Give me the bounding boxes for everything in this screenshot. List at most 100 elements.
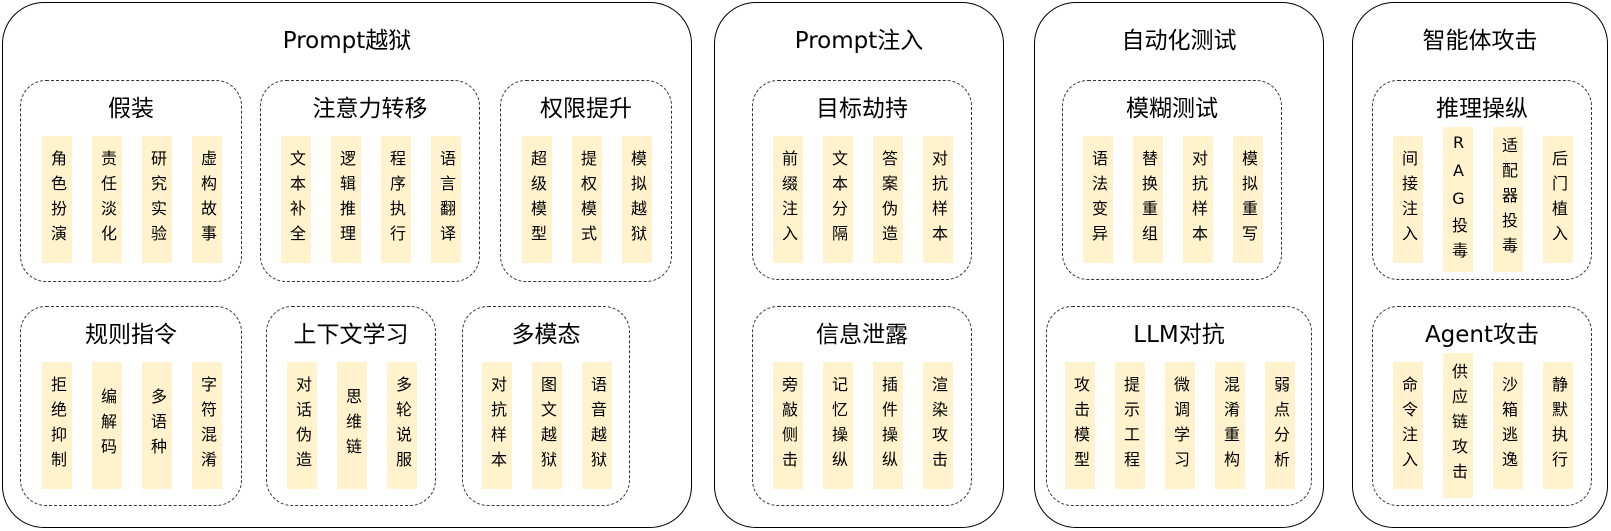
technique-chip: 对话伪造 <box>287 362 317 489</box>
technique-chip: 责任淡化 <box>92 136 122 263</box>
technique-label: 命令注入 <box>1399 375 1418 476</box>
technique-chip: 供应链攻击 <box>1443 353 1473 498</box>
technique-label: 文本分隔 <box>829 149 848 250</box>
technique-chip: 角色扮演 <box>42 136 72 263</box>
technique-chip: 旁敲侧击 <box>773 362 803 489</box>
technique-chip: 适配器投毒 <box>1493 127 1523 272</box>
technique-group: 规则指令拒绝抑制 编解码 多语种 字符混淆 <box>20 306 242 506</box>
technique-chip: 模拟重写 <box>1233 136 1263 263</box>
technique-chip: 对抗样本 <box>1183 136 1213 263</box>
technique-label: 思维链 <box>343 388 362 463</box>
technique-label: 对抗样本 <box>488 375 507 476</box>
technique-chip: 沙箱逃逸 <box>1493 362 1523 489</box>
technique-label: 拒绝抑制 <box>48 375 67 476</box>
group-title: 假装 <box>108 96 154 122</box>
technique-group: Agent攻击命令注入 供应链攻击 沙箱逃逸 静默执行 <box>1372 306 1592 506</box>
technique-chip: 命令注入 <box>1393 362 1423 489</box>
group-title: 注意力转移 <box>312 96 428 122</box>
technique-label: 模拟越狱 <box>628 149 647 250</box>
group-title: 推理操纵 <box>1436 96 1528 122</box>
technique-group: 模糊测试 语法变异 替换重组 对抗样本 模拟重写 <box>1062 80 1282 280</box>
technique-group: 目标劫持前缀注入 文本分隔 答案伪造 对抗样本 <box>752 80 972 280</box>
technique-label: 模拟重写 <box>1239 149 1258 250</box>
technique-chip: 思维链 <box>337 362 367 489</box>
technique-group: LLM对抗攻击模型 提示工程 微调学习 混淆重构 弱点分析 <box>1046 306 1312 506</box>
technique-chip: 间接注入 <box>1393 136 1423 263</box>
technique-group: 权限提升超级模型 提权模式 模拟越狱 <box>500 80 672 282</box>
technique-label: 对抗样本 <box>929 149 948 250</box>
technique-label: 攻击模型 <box>1071 375 1090 476</box>
technique-label: 间接注入 <box>1399 149 1418 250</box>
technique-label: 字符混淆 <box>198 375 217 476</box>
panel-title: Prompt越狱 <box>282 28 412 54</box>
technique-chip: 语音越狱 <box>582 362 612 489</box>
panel-title: 智能体攻击 <box>1422 28 1538 54</box>
technique-label: 微调学习 <box>1171 375 1190 476</box>
technique-label: 图文越狱 <box>538 375 557 476</box>
technique-label: 渲染攻击 <box>929 375 948 476</box>
technique-label: 弱点分析 <box>1271 375 1290 476</box>
technique-label: 虚构故事 <box>198 149 217 250</box>
group-title: 规则指令 <box>85 322 177 348</box>
technique-chip: 攻击模型 <box>1065 362 1095 489</box>
panel-title: 自动化测试 <box>1121 28 1237 54</box>
technique-label: 多轮说服 <box>393 375 412 476</box>
technique-label: RAG投毒 <box>1449 132 1468 267</box>
group-title: 目标劫持 <box>816 96 908 122</box>
technique-chip: 图文越狱 <box>532 362 562 489</box>
technique-label: 语言翻译 <box>437 149 456 250</box>
technique-label: 记忆操纵 <box>829 375 848 476</box>
technique-group: 注意力转移文本补全 逻辑推理 程序执行 语言翻译 <box>260 80 480 282</box>
technique-label: 超级模型 <box>528 149 547 250</box>
technique-chip: 字符混淆 <box>192 362 222 489</box>
technique-chip: 语法变异 <box>1083 136 1113 263</box>
technique-chip: 后门植入 <box>1543 136 1573 263</box>
technique-chip: 答案伪造 <box>873 136 903 263</box>
technique-group: 上下文学习对话伪造 思维链 多轮说服 <box>266 306 436 506</box>
technique-label: 适配器投毒 <box>1499 137 1518 262</box>
technique-chip: 静默执行 <box>1543 362 1573 489</box>
technique-label: 后门植入 <box>1549 149 1568 250</box>
technique-group: 多模态对抗样本 图文越狱 语音越狱 <box>462 306 630 506</box>
technique-label: 混淆重构 <box>1221 375 1240 476</box>
technique-chip: RAG投毒 <box>1443 127 1473 272</box>
technique-label: 前缀注入 <box>779 149 798 250</box>
technique-chip: 多语种 <box>142 362 172 489</box>
group-title: Agent攻击 <box>1424 322 1540 348</box>
technique-label: 静默执行 <box>1549 375 1568 476</box>
technique-chip: 记忆操纵 <box>823 362 853 489</box>
technique-chip: 渲染攻击 <box>923 362 953 489</box>
technique-chip: 研究实验 <box>142 136 172 263</box>
technique-chip: 弱点分析 <box>1265 362 1295 489</box>
technique-chip: 混淆重构 <box>1215 362 1245 489</box>
group-title: 上下文学习 <box>293 322 409 348</box>
technique-label: 沙箱逃逸 <box>1499 375 1518 476</box>
technique-label: 答案伪造 <box>879 149 898 250</box>
technique-label: 文本补全 <box>287 149 306 250</box>
technique-chip: 提权模式 <box>572 136 602 263</box>
technique-chip: 模拟越狱 <box>622 136 652 263</box>
technique-label: 语音越狱 <box>588 375 607 476</box>
group-title: 模糊测试 <box>1126 96 1218 122</box>
technique-label: 多语种 <box>148 388 167 463</box>
technique-chip: 多轮说服 <box>387 362 417 489</box>
technique-label: 研究实验 <box>148 149 167 250</box>
technique-label: 提权模式 <box>578 149 597 250</box>
technique-label: 替换重组 <box>1139 149 1158 250</box>
technique-chip: 替换重组 <box>1133 136 1163 263</box>
group-title: 多模态 <box>511 322 581 348</box>
technique-chip: 提示工程 <box>1115 362 1145 489</box>
technique-chip: 对抗样本 <box>923 136 953 263</box>
technique-chip: 编解码 <box>92 362 122 489</box>
group-title: LLM对抗 <box>1133 322 1225 348</box>
technique-label: 对抗样本 <box>1189 149 1208 250</box>
technique-group: 信息泄露 旁敲侧击 记忆操纵 插件操纵 渲染攻击 <box>752 306 972 506</box>
technique-label: 插件操纵 <box>879 375 898 476</box>
technique-label: 程序执行 <box>387 149 406 250</box>
technique-chip: 对抗样本 <box>482 362 512 489</box>
group-title: 权限提升 <box>540 96 632 122</box>
technique-label: 提示工程 <box>1121 375 1140 476</box>
technique-label: 逻辑推理 <box>337 149 356 250</box>
technique-label: 对话伪造 <box>293 375 312 476</box>
panel-title: Prompt注入 <box>794 28 924 54</box>
